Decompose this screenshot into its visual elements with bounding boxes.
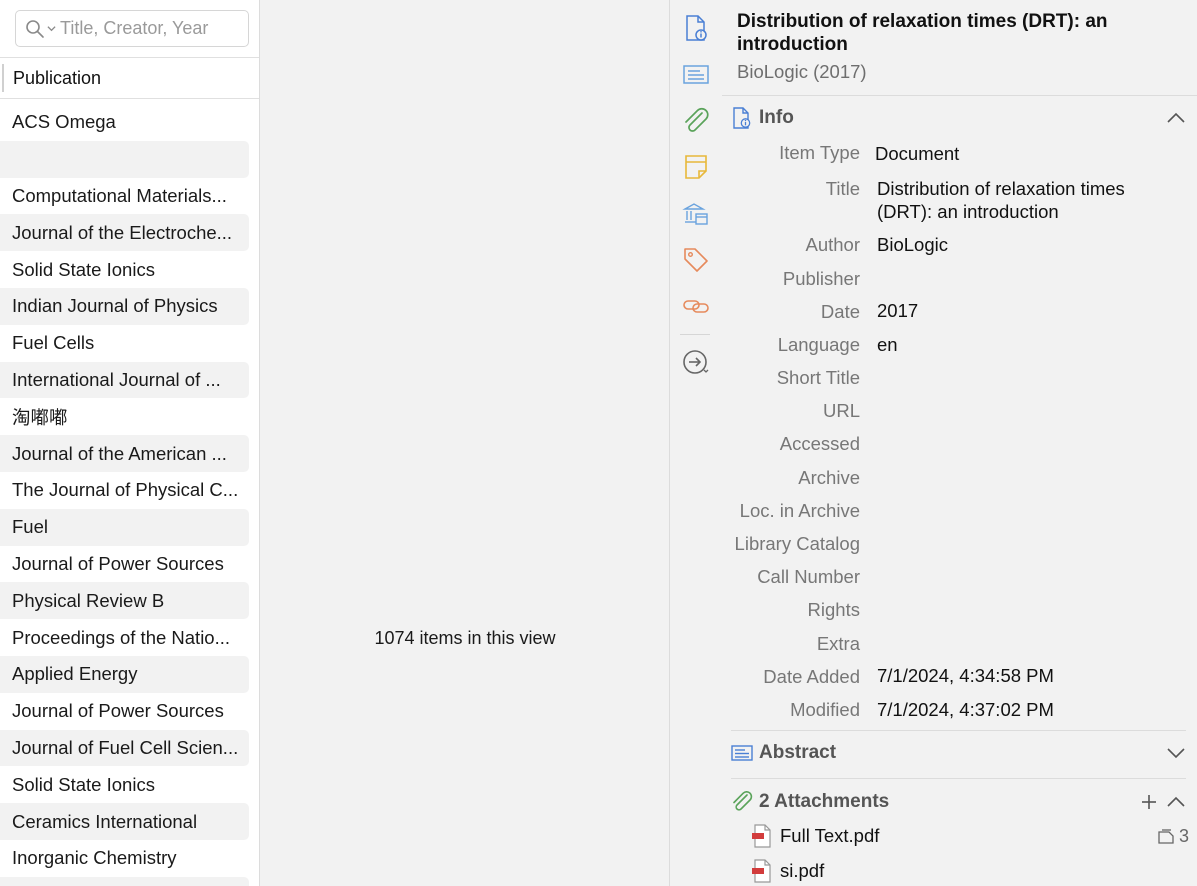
list-item[interactable]: Applied Energy (0, 655, 249, 693)
field-label-rights: Rights (807, 599, 860, 620)
notes-icon[interactable] (682, 153, 710, 181)
pdf-icon (752, 824, 771, 848)
section-divider (731, 778, 1186, 779)
list-item[interactable]: Journal of Power Sources (0, 693, 249, 730)
field-label-extra: Extra (816, 633, 860, 654)
field-label-url: URL (822, 400, 860, 421)
item-pane-sidenav (670, 0, 722, 886)
list-item[interactable]: Journal of the American ... (0, 435, 249, 472)
info-icon[interactable] (682, 14, 710, 42)
items-count-message: 1074 items in this view (374, 628, 556, 648)
items-list: ACS Omega Computational Materials... Jou… (0, 104, 249, 886)
list-item[interactable]: 淘嘟嘟 (0, 398, 249, 435)
attachment-notes-count[interactable]: 3 (1157, 826, 1189, 847)
field-label-date-added: Date Added (763, 666, 860, 687)
field-label-title: Title (825, 178, 860, 199)
list-item[interactable]: Journal of Power Sources (0, 546, 249, 583)
field-label-author: Author (805, 234, 860, 255)
pdf-icon (752, 859, 771, 883)
items-pane: Publication ACS Omega Computational Mate… (0, 0, 260, 886)
list-item[interactable]: Journal of Fuel Cell Scien... (0, 729, 249, 767)
attachments-section-header[interactable]: 2 Attachments (731, 787, 1186, 817)
field-value-language[interactable]: en (877, 333, 1177, 356)
field-label-item-type: Item Type (779, 142, 860, 163)
field-label-library-catalog: Library Catalog (734, 533, 860, 554)
list-item[interactable] (0, 140, 249, 178)
column-header-publication[interactable]: Publication (0, 57, 259, 99)
section-divider (731, 730, 1186, 731)
header-divider (722, 95, 1197, 96)
abstract-icon (731, 745, 753, 761)
related-icon[interactable] (682, 292, 710, 320)
item-title[interactable]: Distribution of relaxation times (DRT): … (737, 10, 1157, 56)
field-label-archive: Archive (798, 467, 860, 488)
attachment-row[interactable]: Full Text.pdf (752, 824, 879, 848)
list-item[interactable] (0, 876, 249, 886)
search-box[interactable] (15, 10, 249, 47)
info-icon (733, 107, 751, 129)
info-section-title: Info (759, 107, 794, 128)
search-icon[interactable] (25, 19, 45, 39)
list-item[interactable]: Proceedings of the Natio... (0, 619, 249, 656)
list-item[interactable]: The Journal of Physical C... (0, 472, 249, 509)
list-item[interactable]: Journal of the Electroche... (0, 214, 249, 252)
zotero-window: Publication ACS Omega Computational Mate… (0, 0, 1197, 886)
chevron-down-icon[interactable] (47, 24, 56, 33)
list-item[interactable]: International Journal of ... (0, 361, 249, 399)
attachments-section-title: 2 Attachments (759, 791, 890, 812)
abstract-section-title: Abstract (759, 742, 837, 763)
list-item[interactable]: Fuel Cells (0, 325, 249, 362)
list-item[interactable]: Ceramics International (0, 803, 249, 840)
field-label-modified: Modified (790, 699, 860, 720)
field-value-author[interactable]: BioLogic (877, 233, 1177, 256)
attachments-icon[interactable] (682, 107, 710, 135)
field-value-item-type[interactable]: Document (875, 142, 1175, 165)
column-header-label: Publication (13, 67, 102, 88)
field-label-date: Date (820, 301, 860, 322)
field-label-accessed: Accessed (779, 433, 860, 454)
list-item[interactable]: Physical Review B (0, 582, 249, 620)
list-item[interactable]: Fuel (0, 508, 249, 546)
abstract-section-header[interactable]: Abstract (731, 738, 1186, 768)
attachment-name: Full Text.pdf (780, 825, 880, 846)
field-label-language: Language (777, 334, 860, 355)
note-icon (1158, 828, 1174, 844)
field-label-call-number: Call Number (757, 566, 860, 587)
list-item[interactable]: Inorganic Chemistry (0, 840, 249, 877)
field-value-date-added: 7/1/2024, 4:34:58 PM (877, 665, 1054, 686)
chevron-up-icon[interactable] (1166, 796, 1186, 808)
info-section-header[interactable]: Info (731, 103, 1186, 133)
attachment-row[interactable]: si.pdf (752, 859, 824, 883)
field-value-modified: 7/1/2024, 4:37:02 PM (877, 699, 1054, 720)
list-item[interactable]: Computational Materials... (0, 178, 249, 215)
locate-icon[interactable] (682, 348, 710, 376)
field-label-publisher: Publisher (782, 268, 860, 289)
attachment-name: si.pdf (780, 860, 825, 881)
field-value-title[interactable]: Distribution of relaxation times (DRT): … (877, 177, 1167, 223)
chevron-down-icon[interactable] (1166, 747, 1186, 759)
item-subtitle: BioLogic (2017) (737, 61, 867, 82)
list-item[interactable]: ACS Omega (0, 104, 249, 141)
notes-count-value: 3 (1178, 826, 1189, 846)
item-details-pane: Distribution of relaxation times (DRT): … (722, 0, 1197, 886)
field-value-date[interactable]: 2017 (877, 299, 1177, 322)
tags-icon[interactable] (682, 246, 710, 274)
attachments-icon (733, 791, 753, 811)
list-item[interactable]: Solid State Ionics (0, 251, 249, 288)
field-label-short-title: Short Title (776, 367, 860, 388)
libraries-collections-icon[interactable] (682, 200, 710, 228)
chevron-up-icon[interactable] (1166, 112, 1186, 124)
column-resize-handle[interactable] (2, 64, 4, 92)
sidenav-divider (680, 334, 710, 335)
item-message-pane: 1074 items in this view (260, 0, 670, 886)
search-input[interactable] (60, 18, 240, 39)
add-attachment-icon[interactable] (1140, 793, 1158, 811)
list-item[interactable]: Indian Journal of Physics (0, 287, 249, 325)
list-item[interactable]: Solid State Ionics (0, 766, 249, 803)
field-label-loc-in-archive: Loc. in Archive (739, 500, 860, 521)
abstract-icon[interactable] (682, 60, 710, 88)
